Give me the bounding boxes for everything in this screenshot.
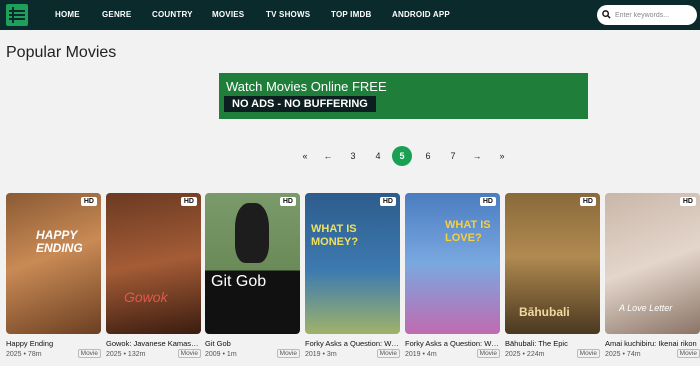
- movie-duration: 1m: [226, 351, 237, 358]
- movie-type-badge: Movie: [576, 349, 600, 358]
- quality-badge: HD: [579, 197, 596, 206]
- movie-card[interactable]: HAPPY ENDING HD Happy Ending 2025 • 78m …: [6, 193, 101, 363]
- pagination-first[interactable]: «: [298, 146, 312, 166]
- banner-title: Watch Movies Online FREE: [226, 79, 387, 94]
- pagination-page-7[interactable]: 7: [446, 146, 460, 166]
- movie-title[interactable]: Amai kuchibiru: Ikenai rikon: [605, 339, 700, 348]
- quality-badge: HD: [180, 197, 197, 206]
- movie-poster[interactable]: HAPPY ENDING HD: [6, 193, 101, 334]
- nav-movies[interactable]: MOVIES: [212, 0, 244, 30]
- movie-meta: 2025 • 74m: [605, 351, 641, 358]
- movie-title[interactable]: Forky Asks a Question: What Is Love?: [405, 339, 500, 348]
- pagination-next[interactable]: →: [469, 146, 485, 166]
- movie-meta: 2019 • 3m: [305, 351, 337, 358]
- movie-duration: 74m: [626, 351, 641, 358]
- movie-duration: 78m: [27, 351, 42, 358]
- nav-country[interactable]: COUNTRY: [152, 0, 193, 30]
- promo-banner[interactable]: Watch Movies Online FREE NO ADS - NO BUF…: [219, 73, 588, 119]
- poster-title: WHAT IS MONEY?: [311, 223, 359, 248]
- movie-year: 2025: [505, 351, 521, 358]
- nav-home[interactable]: HOME: [55, 0, 80, 30]
- nav-genre[interactable]: GENRE: [102, 0, 131, 30]
- movie-card[interactable]: Bāhubali HD Bāhubali: The Epic 2025 • 22…: [505, 193, 600, 363]
- nav-tv-shows[interactable]: TV SHOWS: [266, 0, 310, 30]
- movie-title[interactable]: Git Gob: [205, 339, 300, 348]
- movie-type-badge: Movie: [77, 349, 101, 358]
- poster-title: Gowok: [124, 289, 168, 305]
- movie-type-badge: Movie: [276, 349, 300, 358]
- movie-poster[interactable]: WHAT IS LOVE? HD: [405, 193, 500, 334]
- quality-badge: HD: [279, 197, 296, 206]
- site-logo[interactable]: [6, 4, 28, 26]
- quality-badge: HD: [80, 197, 97, 206]
- nav-top-imdb[interactable]: TOP IMDB: [331, 0, 371, 30]
- movie-year: 2019: [405, 351, 421, 358]
- pagination-page-4[interactable]: 4: [371, 146, 385, 166]
- nav-android-app[interactable]: ANDROID APP: [392, 0, 450, 30]
- movie-poster[interactable]: WHAT IS MONEY? HD: [305, 193, 400, 334]
- search-box[interactable]: [597, 5, 697, 25]
- quality-badge: HD: [679, 197, 696, 206]
- movie-duration: 3m: [326, 351, 337, 358]
- pagination-page-3[interactable]: 3: [346, 146, 360, 166]
- movie-year: 2009: [205, 351, 221, 358]
- movie-type-badge: Movie: [676, 349, 700, 358]
- movie-type-badge: Movie: [177, 349, 201, 358]
- poster-title: A Love Letter: [619, 303, 673, 313]
- search-icon[interactable]: [602, 10, 611, 19]
- movie-title[interactable]: Bāhubali: The Epic: [505, 339, 600, 348]
- poster-title: Git Gob: [211, 273, 267, 290]
- movie-title[interactable]: Gowok: Javanese Kamasutra: [106, 339, 201, 348]
- movie-duration: 224m: [526, 351, 545, 358]
- banner-subtitle: NO ADS - NO BUFFERING: [224, 96, 376, 112]
- movie-card[interactable]: A Love Letter HD Amai kuchibiru: Ikenai …: [605, 193, 700, 363]
- movie-card[interactable]: WHAT IS LOVE? HD Forky Asks a Question: …: [405, 193, 500, 363]
- search-input[interactable]: [615, 8, 693, 22]
- pagination-page-6[interactable]: 6: [421, 146, 435, 166]
- movie-title[interactable]: Happy Ending: [6, 339, 101, 348]
- poster-title: WHAT IS LOVE?: [445, 219, 491, 244]
- movie-poster[interactable]: Gowok HD: [106, 193, 201, 334]
- movie-meta: 2025 • 224m: [505, 351, 545, 358]
- movie-year: 2025: [605, 351, 621, 358]
- movie-duration: 4m: [426, 351, 437, 358]
- movie-meta: 2025 • 78m: [6, 351, 42, 358]
- movie-title[interactable]: Forky Asks a Question: What Is Money?: [305, 339, 400, 348]
- movie-year: 2019: [305, 351, 321, 358]
- pagination-prev[interactable]: ←: [320, 146, 336, 166]
- quality-badge: HD: [379, 197, 396, 206]
- top-navbar: HOME GENRE COUNTRY MOVIES TV SHOWS TOP I…: [0, 0, 700, 30]
- movie-type-badge: Movie: [376, 349, 400, 358]
- page-title: Popular Movies: [6, 44, 117, 61]
- movie-year: 2025: [106, 351, 122, 358]
- movie-year: 2025: [6, 351, 22, 358]
- quality-badge: HD: [479, 197, 496, 206]
- movie-meta: 2025 • 132m: [106, 351, 146, 358]
- poster-character: [235, 203, 269, 263]
- movie-type-badge: Movie: [476, 349, 500, 358]
- pagination-page-5-current[interactable]: 5: [392, 146, 412, 166]
- movie-card[interactable]: WHAT IS MONEY? HD Forky Asks a Question:…: [305, 193, 400, 363]
- movie-card[interactable]: Git Gob HD Git Gob 2009 • 1m Movie: [205, 193, 300, 363]
- movie-duration: 132m: [127, 351, 146, 358]
- movie-meta: 2009 • 1m: [205, 351, 237, 358]
- pagination-last[interactable]: »: [495, 146, 509, 166]
- movie-poster[interactable]: Bāhubali HD: [505, 193, 600, 334]
- movie-poster[interactable]: A Love Letter HD: [605, 193, 700, 334]
- poster-title: Bāhubali: [519, 305, 570, 319]
- movie-poster[interactable]: Git Gob HD: [205, 193, 300, 334]
- poster-title: HAPPY ENDING: [36, 228, 83, 255]
- movie-card[interactable]: Gowok HD Gowok: Javanese Kamasutra 2025 …: [106, 193, 201, 363]
- movie-meta: 2019 • 4m: [405, 351, 437, 358]
